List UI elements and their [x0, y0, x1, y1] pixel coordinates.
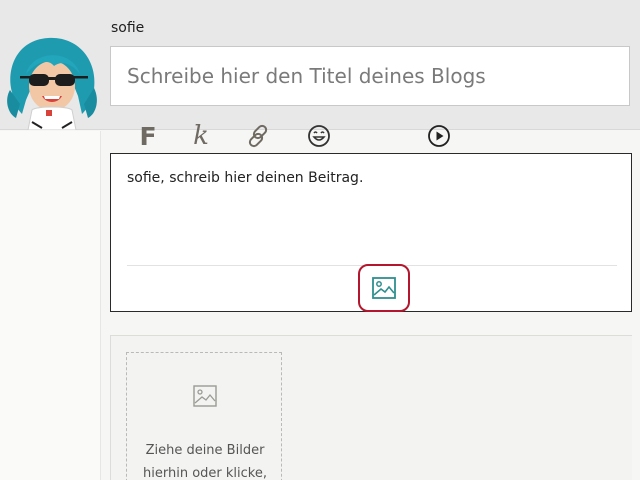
username: sofie	[111, 20, 145, 36]
user-avatar	[2, 30, 102, 131]
image-button[interactable]	[358, 264, 410, 312]
bold-button[interactable]: F	[126, 120, 170, 152]
italic-icon: k	[193, 121, 209, 151]
play-icon	[428, 125, 450, 147]
image-dropzone[interactable]: Ziehe deine Bilder hierhin oder klicke,	[126, 352, 282, 480]
emoji-icon	[308, 125, 330, 147]
image-icon	[372, 277, 396, 299]
blog-title-input[interactable]	[110, 46, 630, 106]
italic-button[interactable]: k	[179, 120, 223, 152]
image-placeholder-icon	[193, 385, 217, 407]
emoji-button[interactable]	[297, 120, 341, 152]
link-button[interactable]	[236, 120, 280, 152]
bold-icon: F	[139, 121, 157, 151]
dropzone-text: Ziehe deine Bilder hierhin oder klicke,	[143, 443, 267, 480]
link-icon	[248, 124, 268, 148]
avatar-illustration	[7, 37, 97, 131]
left-gutter	[0, 131, 101, 480]
video-button[interactable]	[417, 120, 461, 152]
post-body-textarea[interactable]	[127, 170, 617, 250]
